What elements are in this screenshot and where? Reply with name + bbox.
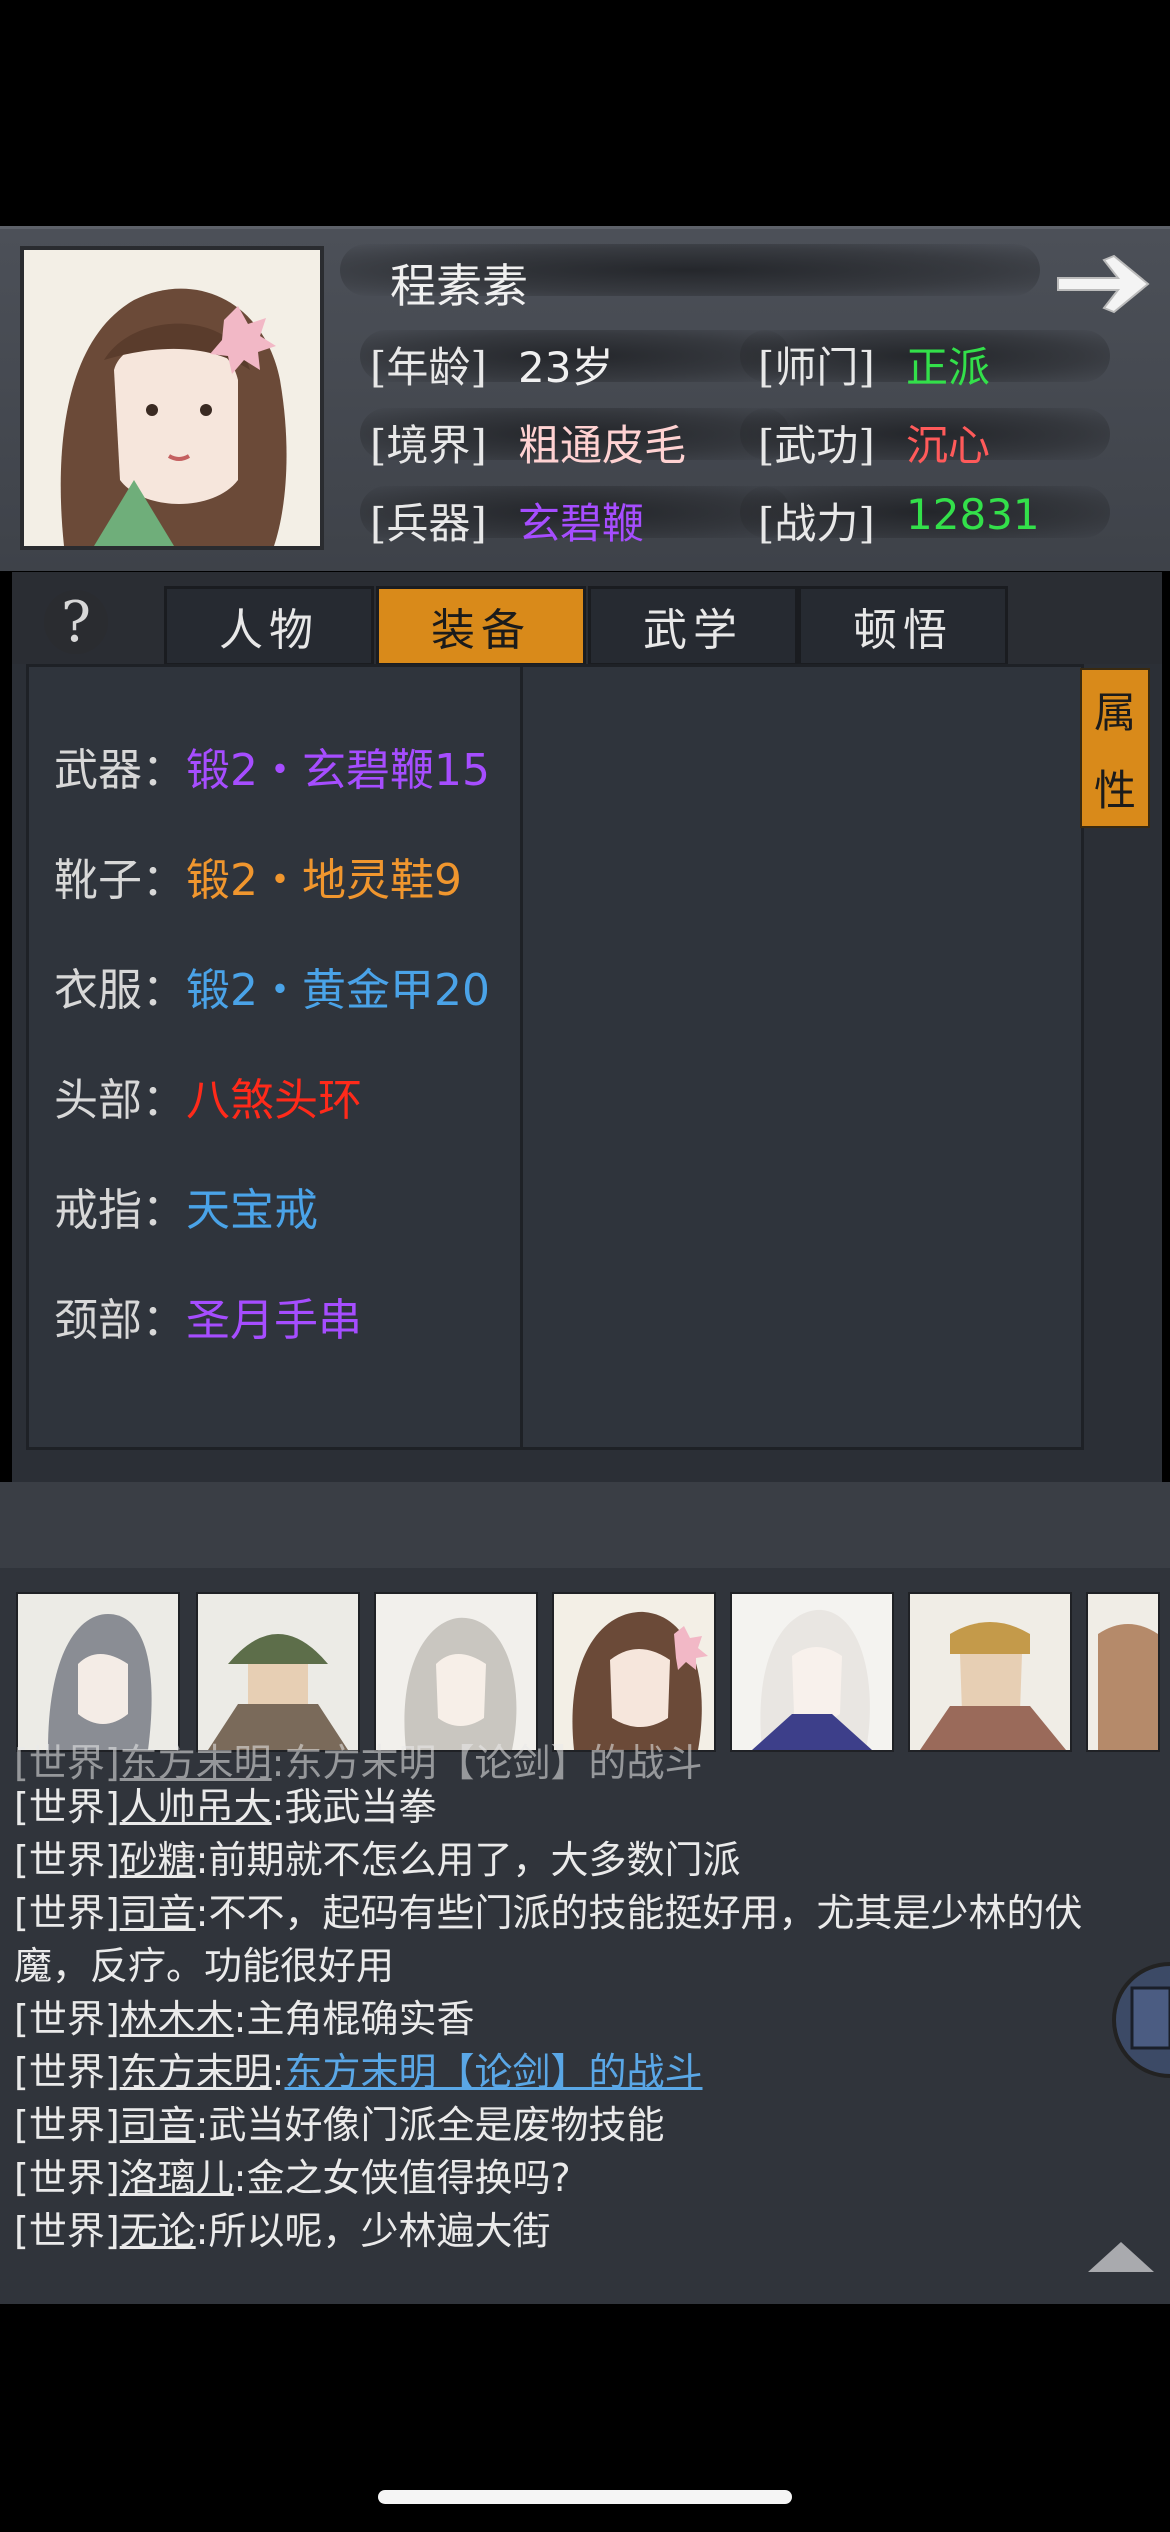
triangle-up-icon[interactable]: [1086, 2240, 1156, 2278]
tab-enlightenment[interactable]: 顿悟: [798, 586, 1008, 666]
battle-replay-link[interactable]: 东方末明【论剑】的战斗: [284, 2050, 702, 2094]
chat-message: [世界]无论:所以呢，少林遍大街: [14, 2200, 550, 2255]
slot-label: 颈部：: [54, 1295, 186, 1346]
chat-channel: [世界]: [14, 1891, 120, 1935]
book-icon[interactable]: [1106, 1960, 1170, 2080]
chat-channel: [世界]: [14, 1997, 120, 2041]
companion-avatar[interactable]: [1086, 1592, 1160, 1752]
chat-text: :武当好像门派全是废物技能: [195, 2103, 665, 2147]
chat-channel: [世界]: [14, 2156, 120, 2200]
equipment-detail-area: [520, 664, 1084, 1450]
equipment-row-boots[interactable]: 靴子：锻2・地灵鞋9: [54, 844, 462, 908]
tab-character[interactable]: 人物: [164, 586, 374, 666]
chat-message: [世界]洛璃儿:金之女侠值得换吗?: [14, 2147, 571, 2202]
chat-text: :主角棍确实香: [233, 1997, 475, 2041]
chat-sender[interactable]: 司音: [120, 1891, 196, 1935]
chat-message: [世界]司音:不不，起码有些门派的技能挺好用，尤其是少林的伏: [14, 1882, 1082, 1937]
chat-text: :所以呢，少林遍大街: [195, 2209, 551, 2253]
martial-value: 沉心: [906, 421, 991, 470]
arrow-right-icon[interactable]: [1052, 252, 1152, 320]
chat-channel: [世界]: [14, 1838, 120, 1882]
item-name: 锻2・地灵鞋9: [186, 855, 462, 906]
chat-channel: [世界]: [14, 2103, 120, 2147]
chat-sender[interactable]: 东方末明: [120, 2050, 272, 2094]
chat-sender[interactable]: 砂糖: [120, 1838, 196, 1882]
weapon-label: [兵器]: [370, 499, 487, 548]
age-value: 23岁: [518, 343, 614, 392]
item-name: 天宝戒: [186, 1185, 318, 1236]
equipment-row-neck[interactable]: 颈部：圣月手串: [54, 1284, 362, 1348]
chat-text: :不不，起码有些门派的技能挺好用，尤其是少林的伏: [195, 1891, 1083, 1935]
slot-label: 靴子：: [54, 855, 186, 906]
character-portrait[interactable]: [20, 246, 324, 550]
chat-message: [世界]林木木:主角棍确实香: [14, 1988, 474, 2043]
chat-message: [世界]人帅吊大:我武当拳: [14, 1776, 436, 1831]
question-icon[interactable]: ?: [44, 590, 108, 655]
attributes-tab-char1: 属: [1093, 687, 1136, 737]
age-label: [年龄]: [370, 343, 487, 392]
chat-sender[interactable]: 人帅吊大: [120, 1785, 272, 1829]
power-label: [战力]: [758, 499, 875, 548]
equipment-row-weapon[interactable]: 武器：锻2・玄碧鞭15: [54, 734, 490, 798]
sect-label: [师门]: [758, 343, 875, 392]
attributes-tab-char2: 性: [1093, 765, 1136, 815]
sect-value: 正派: [906, 343, 991, 392]
realm-label: [境界]: [370, 421, 487, 470]
item-name: 八煞头环: [186, 1075, 362, 1126]
chat-message: [世界]砂糖:前期就不怎么用了，大多数门派: [14, 1829, 740, 1884]
equipment-row-clothes[interactable]: 衣服：锻2・黄金甲20: [54, 954, 490, 1018]
slot-label: 衣服：: [54, 965, 186, 1016]
attributes-tab[interactable]: 属 性: [1080, 668, 1150, 828]
chat-sender[interactable]: 司音: [120, 2103, 196, 2147]
companion-avatar[interactable]: [730, 1592, 894, 1752]
chat-channel: [世界]: [14, 1785, 120, 1829]
power-value: 12831: [906, 490, 1040, 539]
slot-label: 头部：: [54, 1075, 186, 1126]
home-indicator[interactable]: [378, 2490, 792, 2504]
chat-message: [世界]东方末明:东方末明【论剑】的战斗: [14, 2041, 703, 2096]
chat-text: :: [271, 2050, 285, 2094]
chat-sender[interactable]: 无论: [120, 2209, 196, 2253]
chat-sender[interactable]: 林木木: [120, 1997, 234, 2041]
equipment-row-head[interactable]: 头部：八煞头环: [54, 1064, 362, 1128]
chat-text: :前期就不怎么用了，大多数门派: [195, 1838, 741, 1882]
chat-sender[interactable]: 洛璃儿: [120, 2156, 234, 2200]
item-name: 锻2・黄金甲20: [186, 965, 490, 1016]
chat-channel: [世界]: [14, 2209, 120, 2253]
item-name: 锻2・玄碧鞭15: [186, 745, 490, 796]
companion-avatar[interactable]: [16, 1592, 180, 1752]
portrait-image: [24, 250, 320, 546]
slot-label: 戒指：: [54, 1185, 186, 1236]
chat-text: 魔，反疗。功能很好用: [14, 1944, 395, 1988]
item-name: 圣月手串: [186, 1295, 362, 1346]
martial-label: [武功]: [758, 421, 875, 470]
tab-martial-arts[interactable]: 武学: [588, 586, 798, 666]
equipment-row-ring[interactable]: 戒指：天宝戒: [54, 1174, 318, 1238]
weapon-value: 玄碧鞭: [518, 499, 645, 548]
spacer: [0, 1482, 1170, 1568]
companion-avatar[interactable]: [552, 1592, 716, 1752]
character-name: 程素素: [390, 259, 528, 313]
tab-equipment[interactable]: 装备: [376, 586, 586, 666]
companion-avatar[interactable]: [196, 1592, 360, 1752]
realm-value: 粗通皮毛: [518, 421, 687, 470]
chat-message: [世界]司音:武当好像门派全是废物技能: [14, 2094, 664, 2149]
slot-label: 武器：: [54, 745, 186, 796]
chat-text: :我武当拳: [271, 1785, 437, 1829]
companion-avatar[interactable]: [374, 1592, 538, 1752]
companion-avatar[interactable]: [908, 1592, 1072, 1752]
chat-message-continuation: 魔，反疗。功能很好用: [14, 1935, 394, 1990]
chat-channel: [世界]: [14, 2050, 120, 2094]
chat-text: :金之女侠值得换吗?: [233, 2156, 571, 2200]
